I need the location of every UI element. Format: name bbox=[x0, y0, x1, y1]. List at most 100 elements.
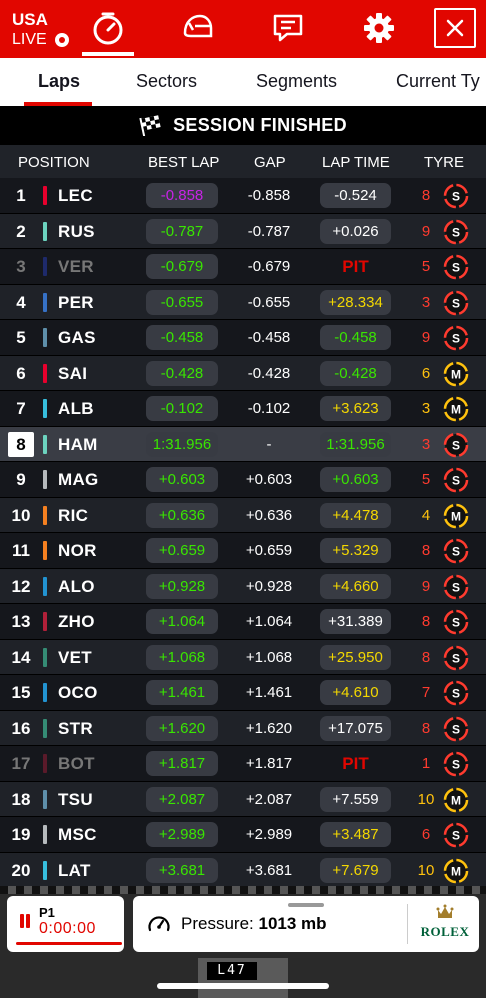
close-button[interactable] bbox=[434, 8, 476, 48]
driver-code: VER bbox=[58, 257, 94, 276]
team-color-bar bbox=[43, 825, 47, 844]
tab-segments[interactable]: Segments bbox=[256, 71, 337, 92]
tab-sectors[interactable]: Sectors bbox=[136, 71, 197, 92]
tyre-age: 1 bbox=[421, 755, 431, 772]
best-lap: +0.636 bbox=[146, 502, 218, 528]
gauge-icon bbox=[148, 916, 170, 932]
tyre-compound-icon: S bbox=[443, 822, 469, 848]
race-control-button[interactable] bbox=[266, 8, 310, 48]
driver-code: PER bbox=[58, 292, 94, 312]
pressure-readout: Pressure: 1013 mb bbox=[181, 914, 327, 934]
tyre-compound-letter: M bbox=[451, 367, 461, 381]
table-row[interactable]: 14 VET +1.068 +1.068 +25.950 8 S bbox=[0, 639, 486, 675]
live-label: LIVE bbox=[12, 31, 47, 48]
table-row[interactable]: 6 SAI -0.428 -0.428 -0.428 6 M bbox=[0, 355, 486, 391]
table-row[interactable]: 18 TSU +2.087 +2.087 +7.559 10 M bbox=[0, 781, 486, 817]
gap: - bbox=[266, 435, 272, 453]
tyre-compound-icon: S bbox=[443, 219, 469, 244]
gap: +1.064 bbox=[245, 613, 293, 630]
driver-code: NOR bbox=[58, 541, 97, 560]
lap-time-pit: PIT bbox=[342, 257, 369, 276]
team-color-bar bbox=[43, 470, 47, 489]
divider bbox=[407, 904, 408, 944]
table-row[interactable]: 7 ALB -0.102 -0.102 +3.623 3 M bbox=[0, 391, 486, 427]
position-number: 18 bbox=[11, 789, 31, 809]
header-gap: GAP bbox=[254, 154, 286, 171]
table-row[interactable]: 3 VER -0.679 -0.679 PIT 5 S bbox=[0, 249, 486, 285]
table-row[interactable]: 19 MSC +2.989 +2.989 +3.487 6 S bbox=[0, 817, 486, 853]
table-row[interactable]: 9 MAG +0.603 +0.603 +0.603 5 S bbox=[0, 462, 486, 498]
driver-code: LEC bbox=[58, 186, 93, 205]
team-color-bar bbox=[43, 186, 47, 205]
position-number: 6 bbox=[16, 363, 26, 383]
best-lap: -0.655 bbox=[146, 289, 218, 315]
best-lap: +2.087 bbox=[146, 786, 218, 812]
timing-tab-button[interactable] bbox=[82, 8, 134, 56]
tyre-compound-letter: S bbox=[452, 190, 460, 204]
tyre-compound-letter: S bbox=[452, 261, 460, 275]
pressure-label: Pressure: bbox=[181, 914, 254, 933]
team-color-bar bbox=[43, 718, 47, 738]
lap-time: +7.679 bbox=[320, 857, 391, 883]
tab-laps[interactable]: Laps bbox=[38, 71, 80, 92]
lap-time: -0.524 bbox=[320, 183, 391, 208]
header-position: POSITION bbox=[18, 154, 90, 171]
tyre-compound-icon: S bbox=[443, 751, 469, 777]
driver-tracker-button[interactable] bbox=[176, 8, 220, 48]
tyre-compound-icon: S bbox=[443, 716, 469, 741]
sponsor-name: ROLEX bbox=[420, 924, 470, 939]
header-tyre: TYRE bbox=[424, 154, 465, 171]
table-row[interactable]: 5 GAS -0.458 -0.458 -0.458 9 S bbox=[0, 320, 486, 356]
tyre-compound-icon: S bbox=[443, 325, 469, 351]
settings-button[interactable] bbox=[357, 8, 401, 48]
tyre-age: 7 bbox=[421, 684, 431, 701]
checkered-flag-icon bbox=[139, 115, 161, 136]
lap-time: -0.458 bbox=[320, 325, 391, 350]
position-number: 17 bbox=[11, 754, 31, 773]
table-row[interactable]: 2 RUS -0.787 -0.787 +0.026 9 S bbox=[0, 213, 486, 249]
tyre-age: 9 bbox=[421, 329, 431, 346]
table-row[interactable]: 4 PER -0.655 -0.655 +28.334 3 S bbox=[0, 284, 486, 320]
table-header: POSITION BEST LAP GAP LAP TIME TYRE bbox=[0, 145, 486, 179]
table-row[interactable]: 17 BOT +1.817 +1.817 PIT 1 S bbox=[0, 746, 486, 782]
table-row[interactable]: 16 STR +1.620 +1.620 +17.075 8 S bbox=[0, 710, 486, 746]
tyre-compound-letter: M bbox=[451, 403, 461, 417]
table-row[interactable]: 15 OCO +1.461 +1.461 +4.610 7 S bbox=[0, 675, 486, 711]
driver-code: RUS bbox=[58, 221, 95, 241]
position-label: P1 bbox=[39, 905, 55, 920]
best-lap: +1.064 bbox=[146, 609, 218, 634]
team-color-bar bbox=[43, 860, 47, 880]
drag-handle[interactable] bbox=[288, 903, 324, 907]
close-icon bbox=[446, 19, 464, 37]
tyre-age: 4 bbox=[421, 506, 431, 524]
table-row[interactable]: 8 HAM 1:31.956 - 1:31.956 3 S bbox=[0, 426, 486, 462]
table-row[interactable]: 10 RIC +0.636 +0.636 +4.478 4 M bbox=[0, 497, 486, 533]
gap: -0.655 bbox=[247, 293, 291, 311]
driver-code: RIC bbox=[58, 505, 89, 525]
table-row[interactable]: 1 LEC -0.858 -0.858 -0.524 8 S bbox=[0, 178, 486, 214]
table-row[interactable]: 13 ZHO +1.064 +1.064 +31.389 8 S bbox=[0, 604, 486, 640]
gear-icon bbox=[364, 13, 394, 43]
team-color-bar bbox=[43, 647, 47, 667]
tab-current-tyre[interactable]: Current Ty bbox=[396, 71, 480, 92]
table-row[interactable]: 11 NOR +0.659 +0.659 +5.329 8 S bbox=[0, 533, 486, 569]
gap: +1.068 bbox=[245, 648, 293, 666]
best-lap: -0.458 bbox=[146, 325, 218, 350]
lap-time: +7.559 bbox=[320, 786, 391, 812]
position-number: 12 bbox=[11, 576, 31, 596]
tyre-compound-letter: S bbox=[452, 687, 460, 701]
session-timer-card[interactable]: P1 0:00:00 bbox=[7, 896, 124, 952]
track-stripe bbox=[0, 886, 486, 894]
table-row[interactable]: 12 ALO +0.928 +0.928 +4.660 9 S bbox=[0, 568, 486, 604]
table-row[interactable]: 20 LAT +3.681 +3.681 +7.679 10 M bbox=[0, 852, 486, 888]
best-lap: +0.928 bbox=[146, 573, 218, 599]
tyre-compound-icon: M bbox=[443, 787, 469, 812]
position-number: 9 bbox=[16, 470, 26, 489]
gap: +1.817 bbox=[245, 755, 293, 772]
driver-code: ALB bbox=[58, 399, 94, 418]
team-color-bar bbox=[43, 505, 47, 525]
position-number: 3 bbox=[16, 257, 26, 276]
pressure-value: 1013 mb bbox=[258, 914, 327, 933]
home-indicator[interactable] bbox=[157, 983, 329, 989]
driver-code: LAT bbox=[58, 860, 91, 880]
